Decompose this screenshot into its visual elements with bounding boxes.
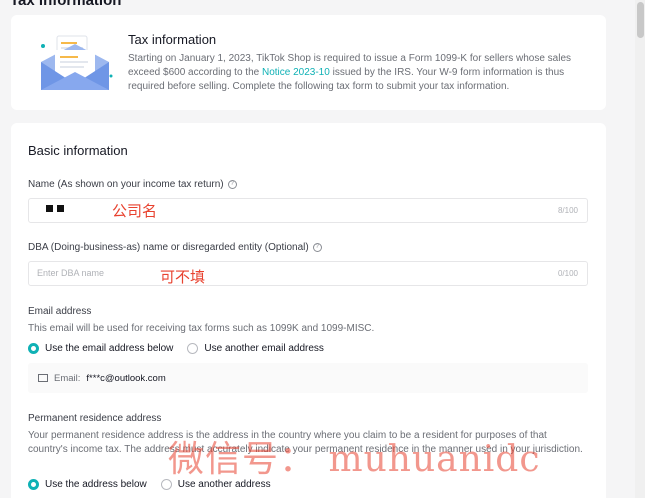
- name-label-text: Name (As shown on your income tax return…: [28, 179, 224, 190]
- mail-icon: [38, 374, 48, 382]
- notice-link[interactable]: Notice 2023-10: [262, 67, 330, 78]
- email-label: Email address: [28, 306, 92, 317]
- email-option-below[interactable]: Use the email address below: [28, 343, 173, 354]
- radio-checked-icon: [28, 479, 39, 490]
- email-value: f***c@outlook.com: [86, 372, 166, 384]
- radio-unchecked-icon: [187, 343, 199, 354]
- masked-name-value: [46, 205, 64, 212]
- email-display: Email: f***c@outlook.com: [28, 363, 588, 393]
- email-helper-text: This email will be used for receiving ta…: [28, 323, 375, 334]
- radio-checked-icon: [28, 343, 39, 354]
- scrollbar-thumb[interactable]: [637, 2, 644, 38]
- tax-info-title: Tax information: [128, 32, 217, 47]
- watermark: 微信号： muhuanidc: [168, 439, 541, 480]
- dba-input[interactable]: [37, 268, 517, 278]
- dba-label-text: DBA (Doing-business-as) name or disregar…: [28, 242, 309, 253]
- address-option-below-label: Use the address below: [45, 479, 147, 490]
- basic-info-title: Basic information: [28, 143, 128, 158]
- info-icon[interactable]: ?: [312, 243, 322, 252]
- scrollbar[interactable]: [635, 0, 645, 498]
- tax-info-card: Tax information Starting on January 1, 2…: [11, 15, 606, 110]
- page-title: Tax information: [10, 0, 122, 9]
- dba-char-counter: 0/100: [557, 269, 578, 278]
- email-option-another[interactable]: Use another email address: [187, 343, 324, 354]
- name-annotation: 公司名: [112, 203, 158, 220]
- name-char-counter: 8/100: [557, 206, 578, 215]
- dba-annotation: 可不填: [160, 269, 206, 286]
- tax-info-description: Starting on January 1, 2023, TikTok Shop…: [128, 52, 600, 94]
- dba-input-box[interactable]: 0/100: [28, 261, 588, 286]
- email-radio-group: Use the email address below Use another …: [28, 343, 324, 354]
- email-prefix: Email:: [54, 372, 81, 384]
- address-option-below[interactable]: Use the address below: [28, 479, 147, 490]
- name-label: Name (As shown on your income tax return…: [28, 179, 237, 190]
- email-option-below-label: Use the email address below: [45, 343, 174, 354]
- dba-label: DBA (Doing-business-as) name or disregar…: [28, 242, 322, 253]
- address-label: Permanent residence address: [28, 413, 162, 424]
- info-icon[interactable]: ?: [227, 180, 237, 189]
- envelope-document-icon: [41, 35, 113, 90]
- email-option-another-label: Use another email address: [204, 343, 324, 354]
